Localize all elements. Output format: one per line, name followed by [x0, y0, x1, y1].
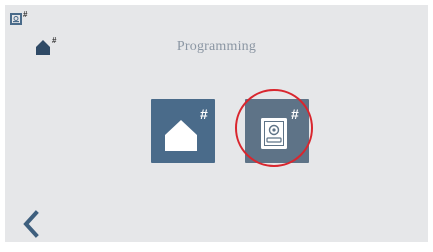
programming-screen: # # Programming # # — [5, 5, 428, 242]
intercom-badge: # — [291, 106, 299, 122]
intercom-programming-button[interactable]: # — [245, 99, 309, 163]
home-icon — [165, 120, 197, 151]
intercom-panel-icon — [261, 118, 287, 149]
home-programming-button[interactable]: # — [151, 99, 215, 163]
back-button[interactable] — [21, 209, 43, 239]
home-badge: # — [200, 106, 208, 122]
chevron-left-icon — [23, 210, 39, 238]
page-title: Programming — [176, 39, 257, 54]
status-intercom-icon: # — [9, 9, 31, 27]
status-intercom-badge: # — [23, 10, 28, 19]
